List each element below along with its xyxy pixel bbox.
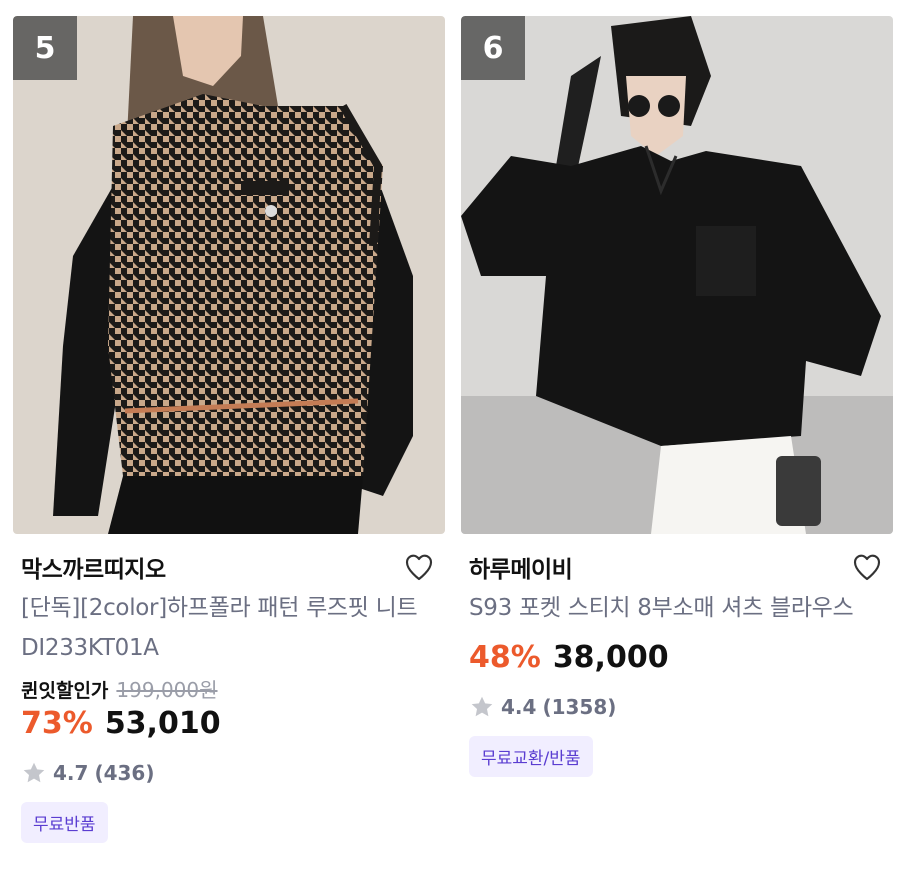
quin-price-label: 퀸잇할인가 xyxy=(21,680,109,702)
product-photo-shirt xyxy=(461,16,893,534)
quin-price-row: 퀸잇할인가 199,000원 xyxy=(21,674,437,704)
heart-outline-icon[interactable] xyxy=(851,551,883,583)
sale-price: 38,000 xyxy=(552,640,669,675)
free-exchange-return-badge: 무료교환/반품 xyxy=(469,736,593,777)
free-return-badge: 무료반품 xyxy=(21,802,108,843)
product-card[interactable]: 5 막스까르띠지오 [단독][2color]하프폴라 패턴 루즈핏 니트 DI2… xyxy=(13,16,445,843)
brand-name[interactable]: 막스까르띠지오 xyxy=(21,550,166,584)
price-row: 48% 38,000 xyxy=(469,640,885,680)
product-card[interactable]: 6 하루메이비 S93 포켓 스티치 8부소매 셔츠 블라우스 48% 38,0… xyxy=(461,16,893,843)
rank-badge: 5 xyxy=(13,16,77,80)
sale-price: 53,010 xyxy=(104,706,221,741)
price-row: 73% 53,010 xyxy=(21,706,437,746)
heart-outline-icon[interactable] xyxy=(403,551,435,583)
rating-score: 4.7 xyxy=(53,761,89,785)
product-image[interactable]: 6 xyxy=(461,16,893,534)
brand-name[interactable]: 하루메이비 xyxy=(469,550,573,584)
product-name[interactable]: [단독][2color]하프폴라 패턴 루즈핏 니트 DI233KT01A xyxy=(21,588,437,668)
original-price: 199,000원 xyxy=(116,678,218,702)
product-photo-knit xyxy=(13,16,445,534)
review-count: (436) xyxy=(94,761,155,785)
star-icon xyxy=(471,696,493,717)
discount-rate: 73% xyxy=(21,706,93,741)
discount-rate: 48% xyxy=(469,640,541,675)
rating-row: 4.4 (1358) xyxy=(469,692,885,722)
product-grid: 5 막스까르띠지오 [단독][2color]하프폴라 패턴 루즈핏 니트 DI2… xyxy=(13,16,893,843)
rating-row: 4.7 (436) xyxy=(21,758,437,788)
product-image[interactable]: 5 xyxy=(13,16,445,534)
product-name[interactable]: S93 포켓 스티치 8부소매 셔츠 블라우스 xyxy=(469,588,885,628)
rating-score: 4.4 xyxy=(501,695,537,719)
rank-badge: 6 xyxy=(461,16,525,80)
star-icon xyxy=(23,762,45,783)
review-count: (1358) xyxy=(542,695,617,719)
